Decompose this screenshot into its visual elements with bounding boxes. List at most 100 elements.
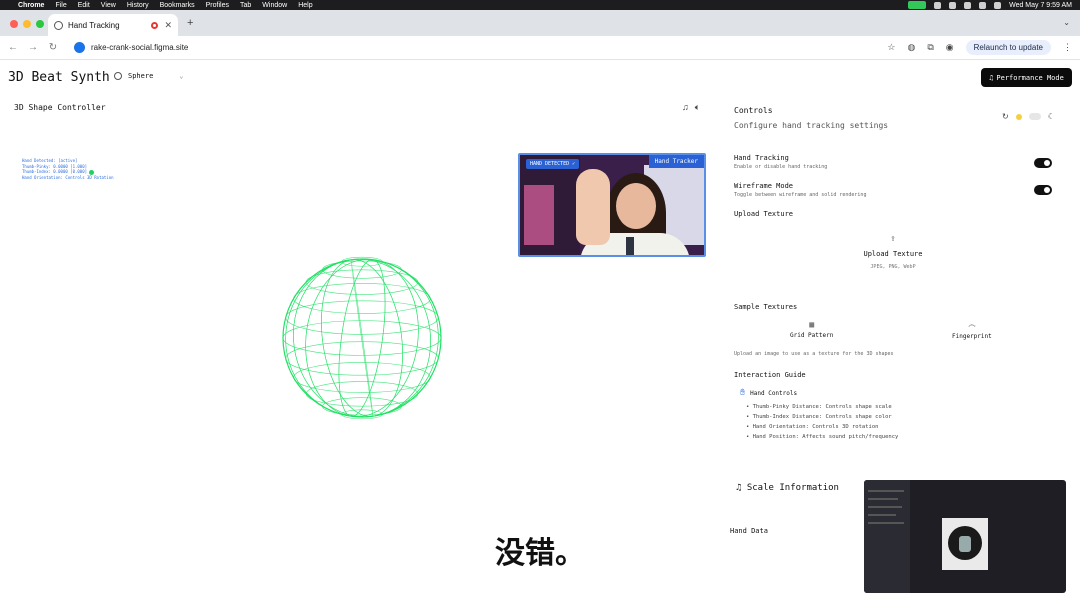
minimize-window-icon[interactable]: [23, 20, 31, 28]
zoom-window-icon[interactable]: [36, 20, 44, 28]
close-window-icon[interactable]: [10, 20, 18, 28]
sphere-latitude: [305, 269, 419, 295]
search-icon[interactable]: [994, 1, 1002, 9]
volume-icon[interactable]: 🔈︎: [695, 102, 700, 113]
shape-select-value: Sphere: [128, 72, 154, 80]
sphere-latitude: [282, 320, 442, 356]
hand-icon: ✋︎: [740, 388, 746, 398]
pip-line: [868, 522, 904, 524]
menu-view[interactable]: View: [101, 2, 116, 9]
panel-actions: ♫ 🔈︎: [682, 102, 700, 113]
hand-tracker-label: Hand Tracker: [648, 155, 704, 168]
sample-grid-button[interactable]: ▦ Grid Pattern: [790, 320, 833, 339]
upload-icon: ⇪: [890, 234, 896, 244]
scale-info-label: Scale Information: [746, 483, 839, 493]
performance-mode-label: Performance Mode: [996, 73, 1064, 82]
performance-mode-button[interactable]: ♫ Performance Mode: [981, 68, 1072, 87]
upload-formats: JPEG, PNG, WebP: [870, 264, 916, 270]
sphere-longitude: [285, 258, 439, 418]
webcam-preview: HAND DETECTED ✓ Hand Tracker: [518, 153, 706, 257]
wifi-icon[interactable]: [979, 1, 987, 9]
status-icon[interactable]: [949, 1, 957, 9]
back-icon[interactable]: ←: [8, 42, 18, 53]
bookmark-star-icon[interactable]: ☆: [887, 42, 895, 53]
menubar-clock[interactable]: Wed May 7 9:59 AM: [1009, 2, 1072, 9]
status-icon[interactable]: [934, 1, 942, 9]
extension-icon[interactable]: ◍: [907, 42, 915, 53]
list-item: Thumb-Pinky Distance: Controls shape sca…: [746, 404, 898, 410]
hand-tracking-toggle[interactable]: [1034, 158, 1052, 168]
moon-icon[interactable]: ☾: [1048, 112, 1055, 121]
reload-icon[interactable]: ↻: [48, 42, 58, 53]
menu-file[interactable]: File: [55, 2, 66, 9]
menu-edit[interactable]: Edit: [78, 2, 90, 9]
pip-line: [868, 514, 896, 516]
site-info-icon[interactable]: [74, 42, 85, 53]
wireframe-sphere[interactable]: [280, 256, 444, 420]
sphere-longitude: [321, 259, 403, 417]
controls-actions: ↻ ☾: [1002, 112, 1055, 121]
pip-line: [868, 506, 902, 508]
menu-tab[interactable]: Tab: [240, 2, 251, 9]
debug-line: Hand Orientation: Controls 3D Rotation: [22, 174, 114, 180]
menu-kebab-icon[interactable]: ⋮: [1063, 42, 1072, 53]
upload-dropzone[interactable]: ⇪ Upload Texture JPEG, PNG, WebP: [734, 234, 1052, 270]
window-controls: [10, 20, 44, 28]
profile-icon[interactable]: ◉: [946, 42, 954, 53]
forward-icon[interactable]: →: [28, 42, 38, 53]
extensions-puzzle-icon[interactable]: ⧉: [927, 42, 933, 53]
wireframe-row: Wireframe Mode Toggle between wireframe …: [734, 182, 866, 198]
chevron-down-icon: ⌄: [179, 72, 184, 80]
pip-line: [868, 498, 898, 500]
texture-hint: Upload an image to use as a texture for …: [734, 351, 894, 357]
grid-icon: ▦: [809, 320, 815, 329]
list-item: Hand Position: Affects sound pitch/frequ…: [746, 434, 899, 440]
tab-search-chevron-icon[interactable]: ⌄: [1063, 18, 1070, 27]
shape-select[interactable]: Sphere ⌄: [114, 72, 184, 80]
menu-chrome[interactable]: Chrome: [18, 2, 44, 9]
pip-line: [868, 490, 904, 492]
close-tab-icon[interactable]: ✕: [164, 20, 172, 31]
new-tab-button[interactable]: +: [187, 17, 193, 29]
scale-info-heading: ♫ Scale Information: [736, 483, 839, 493]
hand-detected-badge: HAND DETECTED ✓: [526, 159, 580, 169]
guide-sub-label: Hand Controls: [750, 389, 798, 397]
menu-profiles[interactable]: Profiles: [206, 2, 229, 9]
address-bar-row: ← → ↻ rake-crank-social.figma.site ☆ ◍ ⧉…: [0, 36, 1080, 60]
sample-fingerprint-label: Fingerprint: [952, 333, 992, 340]
refresh-icon[interactable]: ↻: [1002, 112, 1009, 121]
camera-indicator-icon[interactable]: [908, 1, 927, 9]
list-item: Thumb-Index Distance: Controls shape col…: [746, 414, 898, 420]
hand-tracking-label: Hand Tracking: [734, 154, 789, 162]
browser-tab[interactable]: Hand Tracking ✕: [48, 14, 178, 36]
hand-tracking-row: Hand Tracking Enable or disable hand tra…: [734, 154, 827, 170]
menu-help[interactable]: Help: [298, 2, 312, 9]
url-field[interactable]: rake-crank-social.figma.site: [91, 43, 188, 52]
hand-image: [576, 169, 610, 245]
hand-debug-readout: Hand Detected: [active] Thumb-Pinky: 0.0…: [22, 158, 114, 180]
music-note-icon[interactable]: ♫: [682, 102, 689, 113]
relaunch-button[interactable]: Relaunch to update: [965, 40, 1051, 55]
sun-icon[interactable]: [1015, 113, 1022, 120]
sphere-latitude: [293, 362, 431, 393]
sphere-longitude: [321, 259, 403, 417]
menu-history[interactable]: History: [127, 2, 149, 9]
wireframe-toggle[interactable]: [1034, 185, 1052, 195]
theme-toggle[interactable]: [1028, 113, 1041, 120]
menu-window[interactable]: Window: [262, 2, 287, 9]
list-item: Hand Orientation: Controls 3D rotation: [746, 424, 898, 430]
menu-bookmarks[interactable]: Bookmarks: [160, 2, 195, 9]
video-caption: 没错。: [495, 537, 585, 570]
guide-subheading: ✋︎ Hand Controls: [740, 388, 797, 398]
person-image: [616, 183, 656, 229]
app-title: 3D Beat Synth: [8, 70, 110, 85]
wireframe-desc: Toggle between wireframe and solid rende…: [734, 192, 867, 198]
sample-fingerprint-button[interactable]: ෴ Fingerprint: [952, 320, 992, 340]
controls-subtitle: Configure hand tracking settings: [734, 121, 889, 130]
upload-section-title: Upload Texture: [734, 210, 794, 218]
cam-background: [524, 185, 554, 245]
guide-list: Thumb-Pinky Distance: Controls shape sca…: [746, 404, 899, 444]
status-icon[interactable]: [964, 1, 972, 9]
tab-title: Hand Tracking: [68, 20, 120, 30]
fingerprint-icon: ෴: [968, 320, 976, 329]
